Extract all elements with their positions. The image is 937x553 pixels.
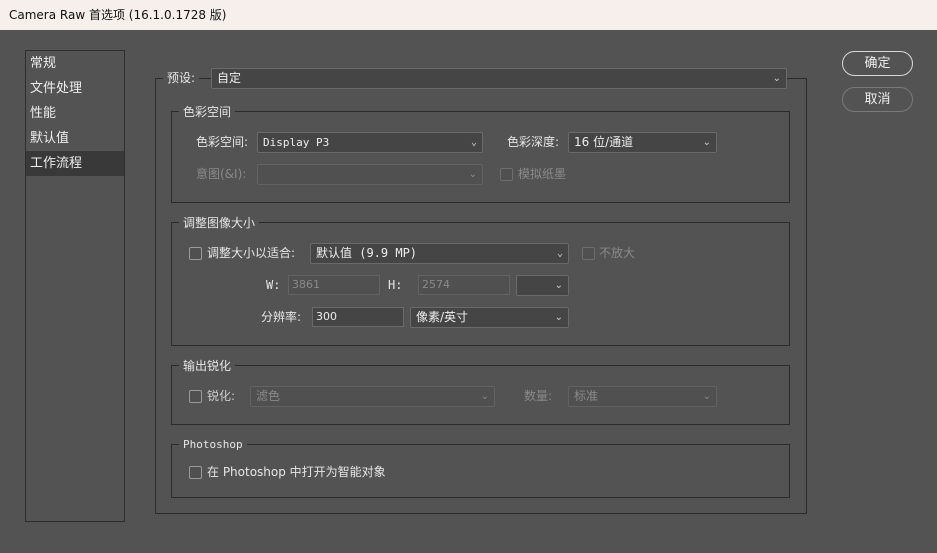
chevron-down-icon: ⌄ [480,391,489,402]
chevron-down-icon: ⌄ [772,73,781,84]
intent-label: 意图(&I): [196,167,247,181]
simulate-paper-checkbox[interactable] [500,168,513,181]
ok-button[interactable]: 确定 [842,51,913,76]
resolution-label: 分辨率: [261,310,302,324]
resize-select[interactable]: 默认值 (9.9 MP) ⌄ [310,243,569,264]
sidebar-item-performance[interactable]: 性能 [26,101,124,126]
sharpen-label: 锐化: [207,389,236,403]
resize-checkbox[interactable] [189,247,202,260]
photoshop-title: Photoshop [179,438,247,452]
width-label: W: [266,278,281,292]
sharpen-title: 输出锐化 [179,359,236,373]
chevron-down-icon: ⌄ [468,169,477,180]
sidebar: 常规 文件处理 性能 默认值 工作流程 [25,50,125,522]
no-enlarge-label: 不放大 [599,246,636,260]
color-space-select[interactable]: Display P3 ⌄ [257,132,483,153]
sidebar-item-workflow[interactable]: 工作流程 [26,151,124,176]
size-unit-select[interactable]: ⌄ [516,275,569,296]
sidebar-item-file-handling[interactable]: 文件处理 [26,76,124,101]
height-input[interactable]: 2574 [418,275,510,295]
resolution-input[interactable]: 300 [312,307,404,327]
chevron-down-icon: ⌄ [556,248,563,259]
no-enlarge-checkbox[interactable] [582,247,595,260]
height-label: H: [388,278,403,292]
intent-select[interactable]: ⌄ [257,164,483,185]
sharpen-checkbox[interactable] [189,390,202,403]
preset-select[interactable]: 自定 ⌄ [211,68,787,89]
chevron-down-icon: ⌄ [702,137,711,148]
cancel-button[interactable]: 取消 [842,87,913,112]
chevron-down-icon: ⌄ [702,391,711,402]
smart-object-checkbox[interactable] [189,466,202,479]
chevron-down-icon: ⌄ [554,312,563,323]
color-space-title: 色彩空间 [179,105,236,119]
amount-label: 数量: [524,389,553,403]
resize-label: 调整大小以适合: [207,246,296,260]
color-depth-select[interactable]: 16 位/通道 ⌄ [568,132,717,153]
window-title: Camera Raw 首选项 (16.1.0.1728 版) [9,8,227,22]
chevron-down-icon: ⌄ [554,280,563,291]
resolution-unit-select[interactable]: 像素/英寸 ⌄ [410,307,569,328]
color-depth-label: 色彩深度: [507,135,560,149]
amount-select[interactable]: 标准 ⌄ [568,386,717,407]
sharpen-select[interactable]: 滤色 ⌄ [250,386,495,407]
title-bar: Camera Raw 首选项 (16.1.0.1728 版) [0,0,937,30]
sidebar-item-defaults[interactable]: 默认值 [26,126,124,151]
chevron-down-icon: ⌄ [470,137,477,148]
width-input[interactable]: 3861 [288,275,380,295]
resize-title: 调整图像大小 [179,216,260,230]
color-space-group [171,111,790,203]
preset-label: 预设: [163,71,200,85]
smart-object-label: 在 Photoshop 中打开为智能对象 [207,465,386,479]
sidebar-item-general[interactable]: 常规 [26,51,124,76]
color-space-label: 色彩空间: [196,135,249,149]
simulate-paper-label: 模拟纸墨 [518,167,567,181]
